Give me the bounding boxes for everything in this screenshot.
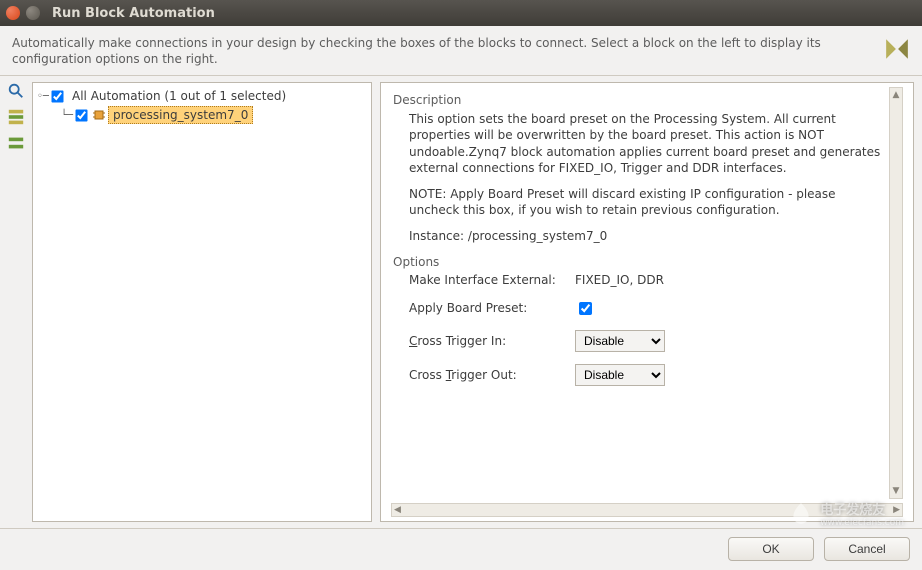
tree-root-label[interactable]: All Automation (1 out of 1 selected) xyxy=(68,88,290,104)
vertical-scrollbar[interactable]: ▲ ▼ xyxy=(889,87,903,499)
intro-text: Automatically make connections in your d… xyxy=(12,36,874,67)
scroll-up-icon[interactable]: ▲ xyxy=(893,90,900,100)
collapse-tree-icon[interactable] xyxy=(7,134,25,152)
details-pane: Description This option sets the board p… xyxy=(380,82,914,522)
options-heading: Options xyxy=(393,255,885,269)
cross-trigger-in-label: Cross Trigger In: xyxy=(409,334,569,348)
titlebar: Run Block Automation xyxy=(0,0,922,26)
cancel-button[interactable]: Cancel xyxy=(824,537,910,561)
apply-board-preset-label: Apply Board Preset: xyxy=(409,301,569,315)
scroll-left-icon[interactable]: ◀ xyxy=(394,505,401,515)
ok-button[interactable]: OK xyxy=(728,537,814,561)
tree-child-row[interactable]: └─ processing_system7_0 xyxy=(35,105,369,125)
cross-trigger-in-select[interactable]: Disable xyxy=(575,330,665,352)
intro-strip: Automatically make connections in your d… xyxy=(0,26,922,76)
scroll-right-icon[interactable]: ▶ xyxy=(893,505,900,515)
tree-child-label[interactable]: processing_system7_0 xyxy=(108,106,253,124)
instance-label: Instance: /processing_system7_0 xyxy=(409,228,885,244)
close-window-button[interactable] xyxy=(6,6,20,20)
cross-trigger-out-label: Cross Trigger Out: xyxy=(409,368,569,382)
description-heading: Description xyxy=(393,93,885,107)
horizontal-scrollbar[interactable]: ◀ ▶ xyxy=(391,503,903,517)
dialog-footer: OK Cancel xyxy=(0,528,922,568)
chip-icon xyxy=(92,108,106,122)
make-interface-external-value: FIXED_IO, DDR xyxy=(575,273,885,287)
scroll-down-icon[interactable]: ▼ xyxy=(893,486,900,496)
expand-tree-icon[interactable] xyxy=(7,108,25,126)
tree-child-checkbox[interactable] xyxy=(75,109,87,121)
apply-board-preset-checkbox[interactable] xyxy=(579,302,592,315)
tree-toggle-icon[interactable]: ◦─ xyxy=(37,91,49,102)
xilinx-logo-icon xyxy=(884,36,910,62)
automation-tree[interactable]: ◦─ All Automation (1 out of 1 selected) … xyxy=(32,82,372,522)
zoom-icon[interactable] xyxy=(7,82,25,100)
tree-root-checkbox[interactable] xyxy=(51,90,63,102)
description-body-2: NOTE: Apply Board Preset will discard ex… xyxy=(409,186,885,218)
left-toolbar xyxy=(0,76,32,528)
description-body-1: This option sets the board preset on the… xyxy=(409,111,885,176)
cross-trigger-out-select[interactable]: Disable xyxy=(575,364,665,386)
tree-leaf-connector-icon: └─ xyxy=(61,110,73,121)
make-interface-external-label: Make Interface External: xyxy=(409,273,569,287)
minimize-window-button[interactable] xyxy=(26,6,40,20)
window-title: Run Block Automation xyxy=(52,6,215,21)
main-area: ◦─ All Automation (1 out of 1 selected) … xyxy=(0,76,922,528)
tree-root-row[interactable]: ◦─ All Automation (1 out of 1 selected) xyxy=(35,87,369,105)
